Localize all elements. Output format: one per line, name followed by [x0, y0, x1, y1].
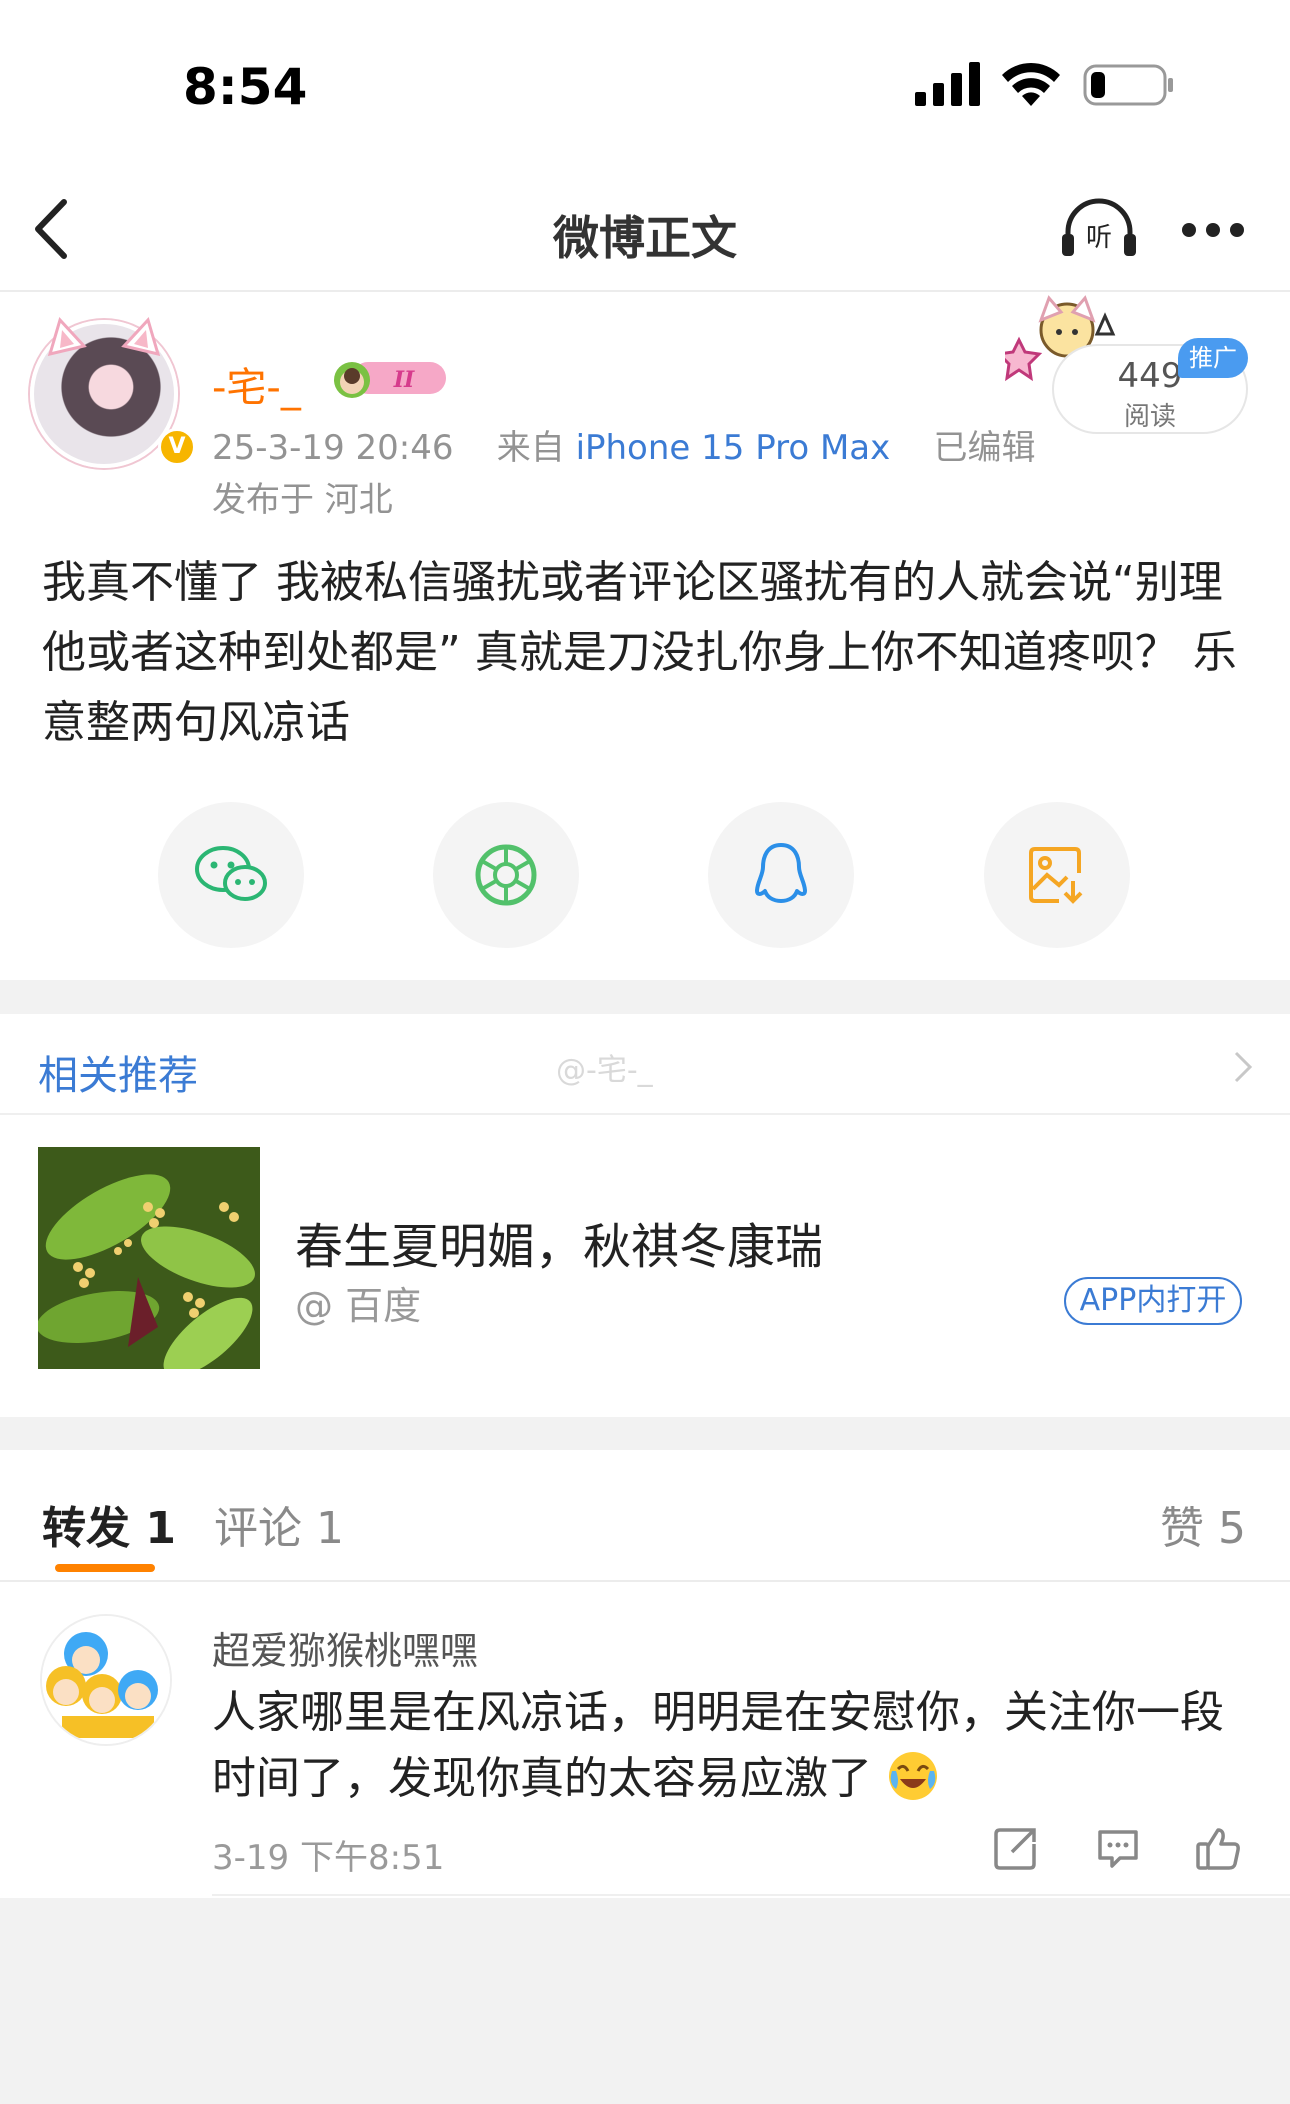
- promo-tag: 推广: [1178, 338, 1248, 378]
- tab-like[interactable]: 赞 5: [1160, 1492, 1246, 1556]
- section-divider: [0, 1417, 1290, 1450]
- empty-area: [0, 1898, 1290, 2104]
- chevron-right-icon: [1234, 1051, 1253, 1083]
- interaction-tabs: 转发 1 评论 1 赞 5: [0, 1450, 1290, 1582]
- open-in-app-button[interactable]: APP内打开: [1064, 1277, 1242, 1325]
- save-image-icon: [1029, 847, 1083, 904]
- verified-badge: V: [158, 428, 196, 466]
- commenter-avatar-image: [42, 1616, 170, 1744]
- related-thumbnail: [38, 1147, 260, 1369]
- author-username[interactable]: -宅-_: [212, 355, 301, 413]
- wechat-icon: [195, 846, 267, 901]
- author-avatar[interactable]: V: [30, 317, 196, 468]
- share-qq-button[interactable]: [708, 802, 854, 948]
- list-item: 超爱猕猴桃嘿嘿 人家哪里是在风凉话，明明是在安慰你，关注你一段时间了，发现你真的…: [0, 1584, 1290, 1896]
- related-title: 相关推荐: [38, 1053, 198, 1099]
- post-timestamp: 25-3-19 20:46: [212, 428, 454, 468]
- flower-photo: [38, 1147, 260, 1369]
- share-wechat-button[interactable]: [158, 802, 304, 948]
- commenter-avatar[interactable]: [40, 1614, 172, 1746]
- more-icon[interactable]: [1180, 220, 1246, 240]
- tab-repost[interactable]: 转发 1: [42, 1492, 176, 1556]
- like-icon[interactable]: [1194, 1824, 1242, 1872]
- cat-ears-frame-icon: [47, 317, 161, 356]
- member-level-badge[interactable]: II: [330, 356, 448, 400]
- weibo-watermark: @-宅-_: [556, 1053, 653, 1088]
- post-meta: 25-3-19 20:46 来自 iPhone 15 Pro Max 已编辑: [212, 420, 1036, 469]
- comment-body: 人家哪里是在风凉话，明明是在安慰你，关注你一段时间了，发现你真的太容易应激了: [212, 1687, 1224, 1804]
- cellular-signal-icon: [915, 62, 980, 106]
- wifi-icon: [1002, 62, 1060, 106]
- post-from-prefix: 来自: [496, 428, 565, 468]
- post-edited-label[interactable]: 已编辑: [934, 428, 1036, 468]
- save-image-button[interactable]: [984, 802, 1130, 948]
- post-location: 发布于 河北: [212, 480, 393, 520]
- status-time: 8:54: [183, 58, 308, 116]
- read-label: 阅读: [1123, 402, 1176, 432]
- level-text: II: [393, 367, 415, 393]
- divider: [212, 1894, 1290, 1896]
- qq-icon: [755, 843, 807, 903]
- commenter-username[interactable]: 超爱猕猴桃嘿嘿: [212, 1620, 478, 1675]
- post-body: 我真不懂了 我被私信骚扰或者评论区骚扰有的人就会说“别理他或者这种到处都是” 真…: [42, 557, 1237, 748]
- comment-icon[interactable]: [1094, 1824, 1142, 1872]
- related-card[interactable]: 春生夏明媚，秋祺冬康瑞 @ 百度 APP内打开: [0, 1117, 1290, 1417]
- post-device[interactable]: iPhone 15 Pro Max: [576, 428, 891, 468]
- related-source: @ 百度: [295, 1284, 422, 1328]
- repost-icon[interactable]: [992, 1824, 1040, 1872]
- share-row: [0, 802, 1290, 950]
- related-headline: 春生夏明媚，秋祺冬康瑞: [295, 1219, 824, 1275]
- comment-text: 人家哪里是在风凉话，明明是在安慰你，关注你一段时间了，发现你真的太容易应激了: [212, 1680, 1252, 1812]
- section-divider: [0, 980, 1290, 1014]
- nav-bar: 微博正文 听: [0, 150, 1290, 292]
- battery-icon: [1083, 64, 1173, 106]
- tab-comment[interactable]: 评论 1: [214, 1492, 344, 1556]
- headphones-listen-icon[interactable]: 听: [1060, 196, 1138, 260]
- listen-label: 听: [1086, 223, 1112, 253]
- moments-icon: [475, 844, 537, 906]
- active-tab-indicator: [55, 1564, 155, 1572]
- share-moments-button[interactable]: [433, 802, 579, 948]
- status-bar: 8:54: [0, 0, 1290, 150]
- comment-time: 3-19 下午8:51: [212, 1838, 445, 1878]
- related-header[interactable]: 相关推荐 @-宅-_: [0, 1015, 1290, 1115]
- laugh-cry-emoji-icon: [889, 1752, 937, 1800]
